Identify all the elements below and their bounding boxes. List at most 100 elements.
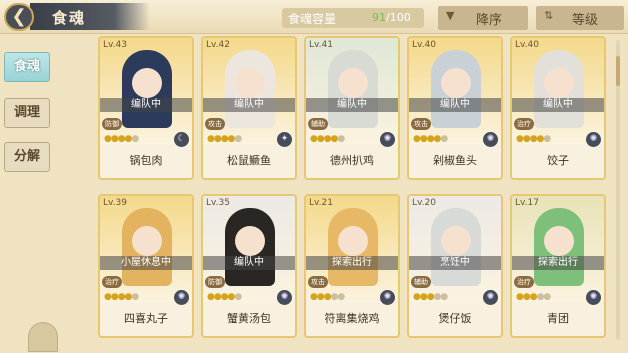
title-banner: 食魂 [30,3,150,30]
character-face [544,226,574,256]
page-title: 食魂 [52,9,87,27]
food-soul-card[interactable]: Lv.20 烹饪中 辅助 ●●●●● ✺ 煲仔饭 [407,194,503,338]
sort-arrows-icon: ⇅ [544,9,554,22]
card-name: 四喜丸子 [124,312,168,325]
card-level: Lv.40 [515,40,539,50]
sort-by-button[interactable]: ⇅ 等级 [536,6,624,30]
card-level: Lv.35 [206,198,230,208]
role-badge: 攻击 [411,118,431,130]
character-face [235,68,265,98]
character-face [132,226,162,256]
card-status: 编队中 [409,98,501,112]
tab-label: 分解 [13,149,40,164]
capacity-value: 91/100 [372,11,411,24]
moon-icon: ☾ [174,132,189,147]
tab-cook[interactable]: 调理 [4,98,50,128]
card-status: 编队中 [512,98,604,112]
card-name: 德州扒鸡 [330,154,374,167]
star-rating: ●●●●● [516,134,551,144]
card-status: 烹饪中 [409,256,501,270]
role-badge: 攻击 [205,118,225,130]
card-status: 编队中 [100,98,192,112]
card-level: Lv.39 [103,198,127,208]
card-level: Lv.42 [206,40,230,50]
role-badge: 治疗 [514,276,534,288]
food-soul-card[interactable]: Lv.17 探索出行治疗 ●●●●● ✺ 青团 [510,194,606,338]
card-status: 编队中 [306,98,398,112]
food-soul-card[interactable]: Lv.41 编队中辅助 ●●●●● ✺ 德州扒鸡 [304,36,400,180]
sun-icon: ✺ [174,290,189,305]
star-rating: ●●●●● [413,292,448,302]
lantern-decoration [28,322,58,352]
role-badge: 治疗 [514,118,534,130]
card-level: Lv.17 [515,198,539,208]
sun-icon: ✺ [380,290,395,305]
role-badge: 防御 [102,118,122,130]
sun-icon: ✺ [586,132,601,147]
tab-decompose[interactable]: 分解 [4,142,50,172]
star-rating: ●●●●● [516,292,551,302]
card-level: Lv.41 [309,40,333,50]
character-face [338,226,368,256]
tab-label: 调理 [13,105,40,120]
food-soul-card[interactable]: Lv.39 小屋休息中治疗 ●●●●● ✺ 四喜丸子 [98,194,194,338]
food-soul-card[interactable]: Lv.43 编队中 防御 ●●●●● ☾ 锅包肉 [98,36,194,180]
card-name: 符离集烧鸡 [324,312,380,325]
tab-food-soul[interactable]: 食魂 [4,52,50,82]
food-soul-card[interactable]: Lv.21 探索出行攻击 ●●●●● ✺ 符离集烧鸡 [304,194,400,338]
star-rating: ●●●●● [413,134,448,144]
chevron-left-icon: ❮ [11,6,27,27]
food-soul-card[interactable]: Lv.40 编队中治疗 ●●●●● ✺ 饺子 [510,36,606,180]
star-rating: ●●●●● [310,292,345,302]
card-level: Lv.43 [103,40,127,50]
card-name: 松鼠鳜鱼 [227,154,271,167]
character-face [235,226,265,256]
food-soul-card[interactable]: Lv.35 编队中防御 ●●●●● ✺ 蟹黄汤包 [201,194,297,338]
role-badge: 治疗 [102,276,122,288]
back-button[interactable]: ❮ [4,3,34,31]
role-badge: 防御 [205,276,225,288]
card-status: 小屋休息中 [100,256,192,270]
card-status: 探索出行 [306,256,398,270]
food-soul-card[interactable]: Lv.40 编队中 攻击 ●●●●● ✺ 剁椒鱼头 [407,36,503,180]
food-soul-card[interactable]: Lv.42 编队中攻击 ●●●●● ✦ 松鼠鳜鱼 [201,36,297,180]
character-face [544,68,574,98]
sort-order-label: 降序 [476,13,503,28]
card-name: 青团 [547,312,569,325]
sun-icon: ✺ [277,290,292,305]
star-icon: ✦ [277,132,292,147]
tab-label: 食魂 [13,59,40,74]
card-status: 编队中 [203,98,295,112]
sun-icon: ✺ [483,132,498,147]
card-status: 编队中 [203,256,295,270]
star-rating: ●●●●● [207,292,242,302]
food-soul-grid: Lv.43 编队中 防御 ●●●●● ☾ 锅包肉 Lv.42 编队中 攻击 ●●●●● ✦ 松鼠鳜鱼 L… [98,36,614,348]
scrollbar-thumb[interactable] [616,56,620,86]
card-name: 剁椒鱼头 [433,154,477,167]
card-name: 饺子 [547,154,569,167]
capacity-label: 食魂容量 [288,12,337,26]
triangle-down-icon: ▼ [446,9,455,22]
sun-icon: ✺ [586,290,601,305]
character-face [132,68,162,98]
role-badge: 攻击 [308,276,328,288]
sun-icon: ✺ [380,132,395,147]
capacity-display: 食魂容量 91/100 [282,8,424,28]
character-face [441,68,471,98]
card-status: 探索出行 [512,256,604,270]
capacity-total: /100 [386,11,411,24]
role-badge: 辅助 [411,276,431,288]
role-badge: 辅助 [308,118,328,130]
card-name: 蟹黄汤包 [227,312,271,325]
sort-order-button[interactable]: ▼ 降序 [438,6,528,30]
star-rating: ●●●●● [310,134,345,144]
sort-by-label: 等级 [572,13,599,28]
header-bar: 食魂 ❮ 食魂容量 91/100 ▼ 降序 ⇅ 等级 [0,0,628,34]
star-rating: ●●●●● [104,134,139,144]
star-rating: ●●●●● [207,134,242,144]
capacity-current: 91 [372,11,386,24]
sun-icon: ✺ [483,290,498,305]
card-level: Lv.21 [309,198,333,208]
star-rating: ●●●●● [104,292,139,302]
character-face [338,68,368,98]
